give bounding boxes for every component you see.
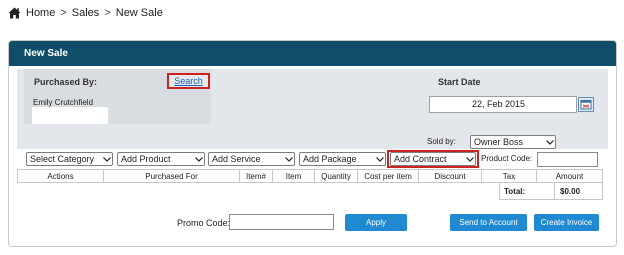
column-header-item-number: Item# [240,170,273,182]
calendar-icon[interactable] [578,97,594,112]
total-row: Total: $0.00 [499,183,603,200]
chevron-down-icon [544,136,555,148]
panel-header [9,41,616,66]
panel-title: New Sale [24,48,68,59]
select-category-value: Select Category [30,154,95,164]
sold-by-label: Sold by: [427,137,456,146]
purchased-by-label: Purchased By: [34,77,98,87]
column-header-quantity: Quantity [315,170,358,182]
home-icon[interactable] [8,7,21,19]
column-header-tax: Tax [482,170,537,182]
create-invoice-button[interactable]: Create Invoice [534,214,599,231]
chevron-down-icon [101,153,112,165]
breadcrumb-new-sale: New Sale [115,7,163,19]
sold-by-value: Owner Boss [474,137,524,147]
sold-by-select[interactable]: Owner Boss [470,135,556,149]
promo-code-label: Promo Code: [177,218,231,228]
add-package-value: Add Package [303,154,357,164]
customer-name: Emily Crutchfield [33,98,94,107]
product-code-label: Product Code: [481,154,533,163]
chevron-down-icon [374,153,385,165]
breadcrumb-separator: > [104,7,111,19]
column-header-item: Item [273,170,315,182]
column-header-actions: Actions [18,170,104,182]
breadcrumb: Home > Sales > New Sale [8,5,163,21]
total-value: $0.00 [560,186,581,196]
breadcrumb-home[interactable]: Home [26,7,55,19]
column-header-discount: Discount [419,170,482,182]
breadcrumb-separator: > [60,7,67,19]
product-code-input[interactable] [537,152,598,167]
send-to-account-button[interactable]: Send to Account [450,214,527,231]
promo-code-input[interactable] [229,214,334,230]
breadcrumb-sales[interactable]: Sales [72,7,100,19]
apply-button[interactable]: Apply [345,214,407,231]
add-package-dropdown[interactable]: Add Package [299,152,386,166]
column-header-amount: Amount [555,171,584,181]
search-link[interactable]: Search [169,76,208,86]
column-header-purchased-for: Purchased For [104,170,240,182]
add-product-value: Add Product [121,154,171,164]
add-contract-value: Add Contract [394,154,447,164]
start-date-input[interactable]: 22, Feb 2015 [429,96,577,113]
add-service-value: Add Service [212,154,261,164]
column-header-cost-per-item: Cost per item [358,170,419,182]
add-product-dropdown[interactable]: Add Product [117,152,205,166]
add-contract-dropdown[interactable]: Add Contract [390,152,476,166]
select-category-dropdown[interactable]: Select Category [26,152,113,166]
start-date-label: Start Date [438,77,481,87]
total-label: Total: [500,183,555,199]
chevron-down-icon [464,153,475,165]
customer-field[interactable] [32,107,108,124]
items-table-header: Actions Purchased For Item# Item Quantit… [17,169,603,183]
add-service-dropdown[interactable]: Add Service [208,152,295,166]
chevron-down-icon [193,153,204,165]
chevron-down-icon [283,153,294,165]
